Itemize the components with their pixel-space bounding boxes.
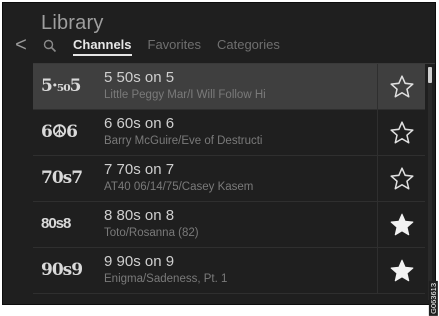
channel-name: 6 60s on 6 — [104, 115, 175, 132]
channel-name: 8 80s on 8 — [104, 207, 175, 224]
channel-row-6[interactable]: 6☮6 6 60s on 6 Barry McGuire/Eve of Dest… — [33, 110, 425, 156]
star-outline-icon — [389, 74, 414, 98]
tab-bar: Channels Favorites Categories — [73, 37, 280, 56]
tab-categories[interactable]: Categories — [217, 37, 280, 56]
search-icon[interactable] — [43, 39, 57, 53]
channel-logo: 80s8 — [41, 215, 71, 232]
channel-row-8[interactable]: 80s8 8 80s on 8 Toto/Rosanna (82) — [33, 202, 425, 248]
channel-row-7[interactable]: 70s7 7 70s on 7 AT40 06/14/75/Casey Kase… — [33, 156, 425, 202]
figure-id: G063613 — [429, 281, 438, 316]
channel-list: 5·₅₀5 5 50s on 5 Little Peggy Mar/I Will… — [33, 64, 425, 304]
now-playing: Little Peggy Mar/I Will Follow Hi — [104, 89, 266, 101]
channel-logo: 6☮6 — [41, 122, 78, 142]
now-playing: AT40 06/14/75/Casey Kasem — [104, 181, 254, 193]
star-filled-icon — [390, 213, 413, 235]
channel-logo: 70s7 — [41, 168, 83, 188]
page-title: Library — [41, 12, 104, 34]
star-outline-icon — [389, 166, 414, 190]
star-filled-icon — [390, 259, 413, 281]
favorite-button[interactable] — [377, 64, 425, 109]
scroll-track[interactable] — [428, 67, 432, 300]
now-playing: Barry McGuire/Eve of Destructi — [104, 135, 263, 147]
tab-favorites[interactable]: Favorites — [148, 37, 201, 56]
now-playing: Toto/Rosanna (82) — [104, 227, 199, 239]
library-screen: < Library Channels Favorites Categories … — [2, 2, 436, 305]
channel-name: 9 90s on 9 — [104, 253, 175, 270]
channel-row-9[interactable]: 90s9 9 90s on 9 Enigma/Sadeness, Pt. 1 — [33, 248, 425, 294]
channel-logo: 5·₅₀5 — [41, 76, 81, 96]
now-playing: Enigma/Sadeness, Pt. 1 — [104, 273, 228, 285]
favorite-button[interactable] — [377, 248, 425, 293]
favorite-button[interactable] — [377, 202, 425, 247]
scrollbar-thumb[interactable] — [428, 67, 432, 83]
tab-channels[interactable]: Channels — [73, 37, 132, 56]
channel-logo: 90s9 — [41, 260, 83, 280]
back-button[interactable]: < — [13, 35, 29, 55]
favorite-button[interactable] — [377, 156, 425, 201]
channel-name: 7 70s on 7 — [104, 161, 175, 178]
favorite-button[interactable] — [377, 110, 425, 155]
channel-row-5[interactable]: 5·₅₀5 5 50s on 5 Little Peggy Mar/I Will… — [33, 64, 425, 110]
channel-name: 5 50s on 5 — [104, 69, 175, 86]
star-outline-icon — [389, 120, 414, 144]
